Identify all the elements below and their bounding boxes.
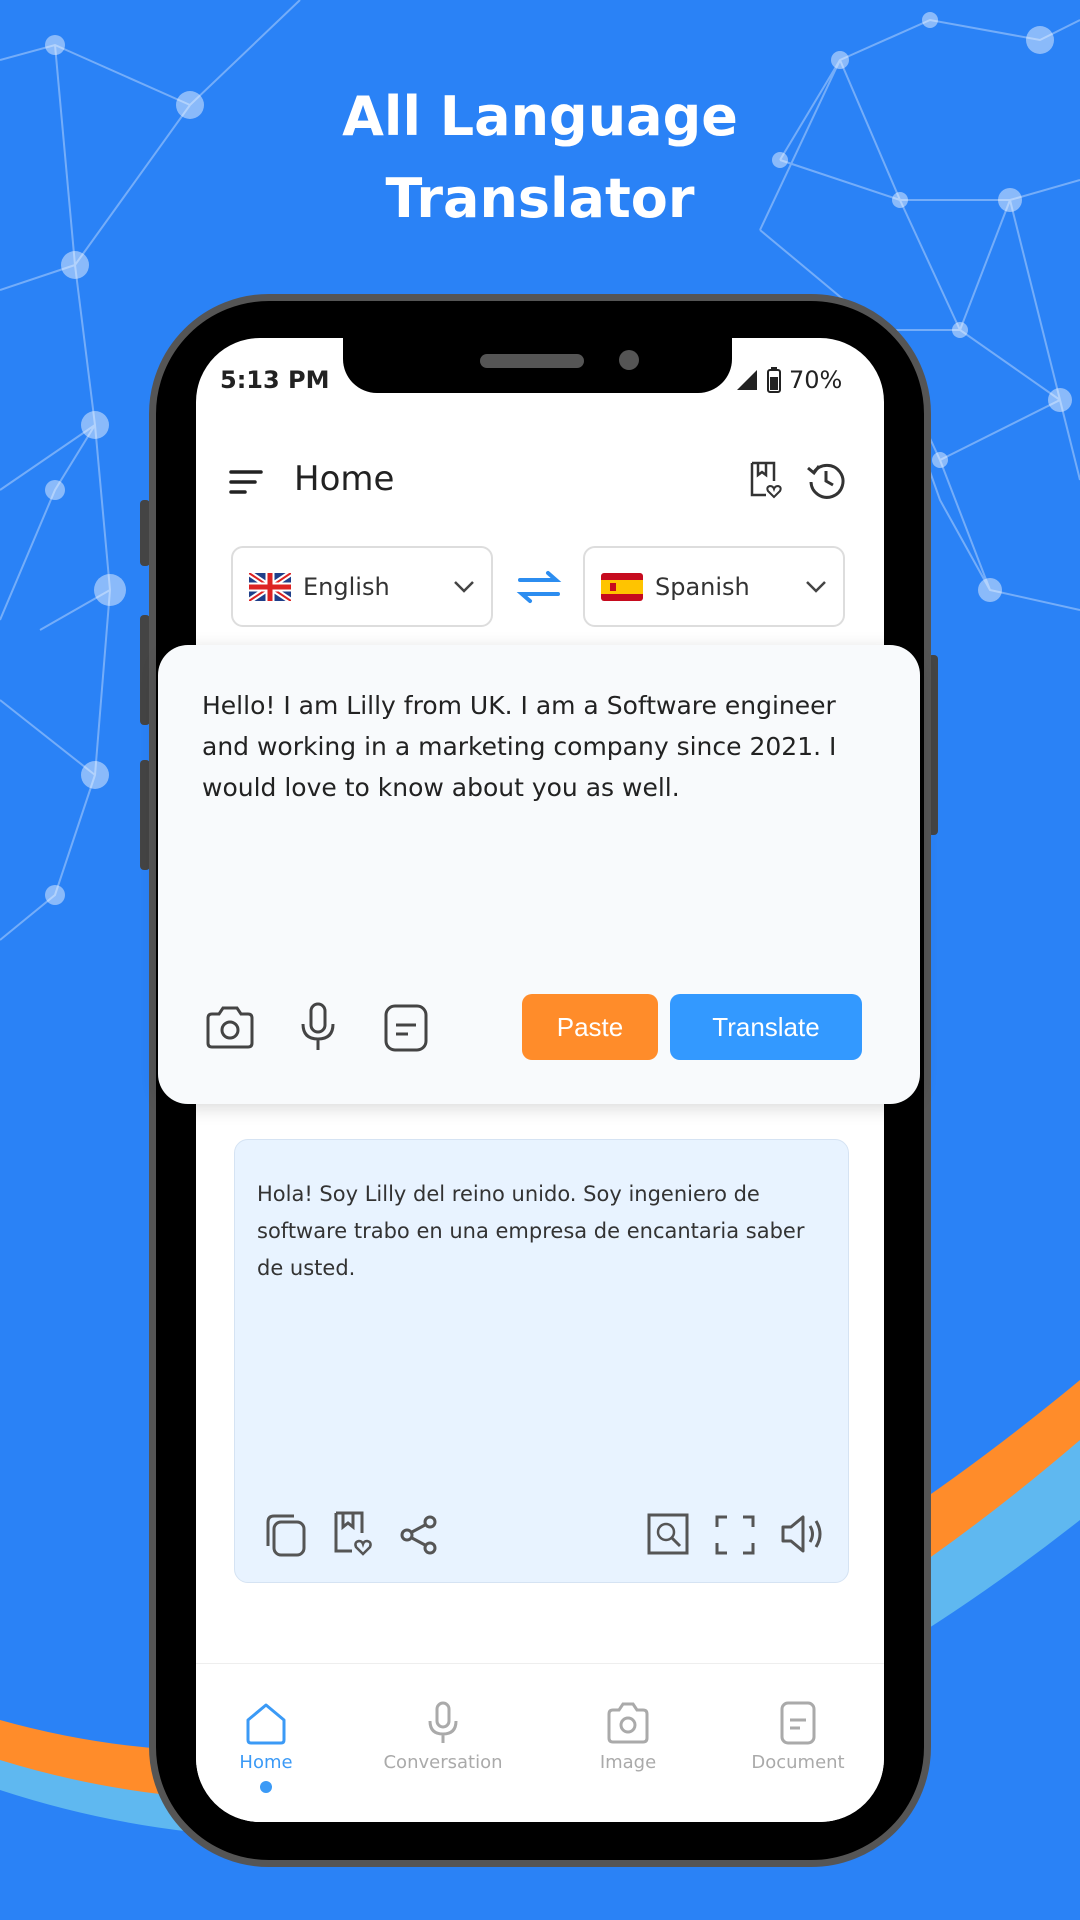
translated-text: Hola! Soy Lilly del reino unido. Soy ing…: [257, 1182, 805, 1280]
nav-document[interactable]: Document: [718, 1700, 878, 1773]
chevron-down-icon: [806, 580, 826, 593]
microphone-icon[interactable]: [294, 1001, 342, 1053]
nav-conversation[interactable]: Conversation: [363, 1700, 523, 1773]
page-title: Home: [294, 459, 395, 499]
swap-languages-icon[interactable]: [516, 570, 562, 604]
document-icon: [780, 1701, 816, 1745]
uk-flag-icon: [249, 572, 291, 601]
signal-icon: [737, 370, 757, 390]
image-search-icon[interactable]: [646, 1512, 690, 1556]
copy-icon[interactable]: [263, 1512, 307, 1558]
share-icon[interactable]: [398, 1514, 440, 1556]
nav-label: Image: [599, 1752, 657, 1773]
status-icons: 70%: [735, 366, 842, 394]
bottom-nav: Home Conversation Image Document: [196, 1663, 884, 1822]
phone-speaker: [480, 354, 584, 368]
front-camera: [619, 350, 639, 370]
target-language-label: Spanish: [655, 572, 750, 601]
microphone-icon: [428, 1701, 458, 1743]
camera-icon: [607, 1702, 649, 1744]
spain-flag-icon: [601, 572, 643, 601]
camera-icon[interactable]: [204, 1003, 256, 1051]
nav-label: Document: [751, 1752, 845, 1773]
fullscreen-icon[interactable]: [714, 1514, 756, 1556]
target-language-select[interactable]: Spanish: [583, 546, 845, 627]
nav-image[interactable]: Image: [548, 1700, 708, 1773]
home-icon: [246, 1703, 286, 1745]
battery-percent: 70%: [789, 366, 843, 394]
chevron-down-icon: [454, 580, 474, 593]
menu-icon[interactable]: [229, 468, 263, 496]
input-card: Hello! I am Lilly from UK. I am a Softwa…: [158, 645, 920, 1104]
nav-label: Home: [239, 1752, 293, 1773]
translate-button[interactable]: Translate: [670, 994, 862, 1060]
source-text-input[interactable]: Hello! I am Lilly from UK. I am a Softwa…: [202, 685, 882, 808]
active-indicator: [260, 1781, 272, 1793]
document-icon[interactable]: [382, 1003, 430, 1053]
output-card: Hola! Soy Lilly del reino unido. Soy ing…: [234, 1139, 849, 1583]
nav-home[interactable]: Home: [196, 1700, 346, 1793]
battery-icon: [767, 367, 781, 393]
source-language-select[interactable]: English: [231, 546, 493, 627]
speaker-icon[interactable]: [779, 1512, 827, 1556]
banner-title: All Language Translator: [342, 85, 738, 230]
nav-label: Conversation: [383, 1752, 503, 1773]
paste-button[interactable]: Paste: [522, 994, 658, 1060]
status-time: 5:13 PM: [220, 366, 330, 394]
history-icon[interactable]: [806, 460, 846, 500]
source-language-label: English: [303, 572, 390, 601]
save-translation-icon[interactable]: [332, 1511, 376, 1557]
saved-icon[interactable]: [748, 461, 784, 499]
